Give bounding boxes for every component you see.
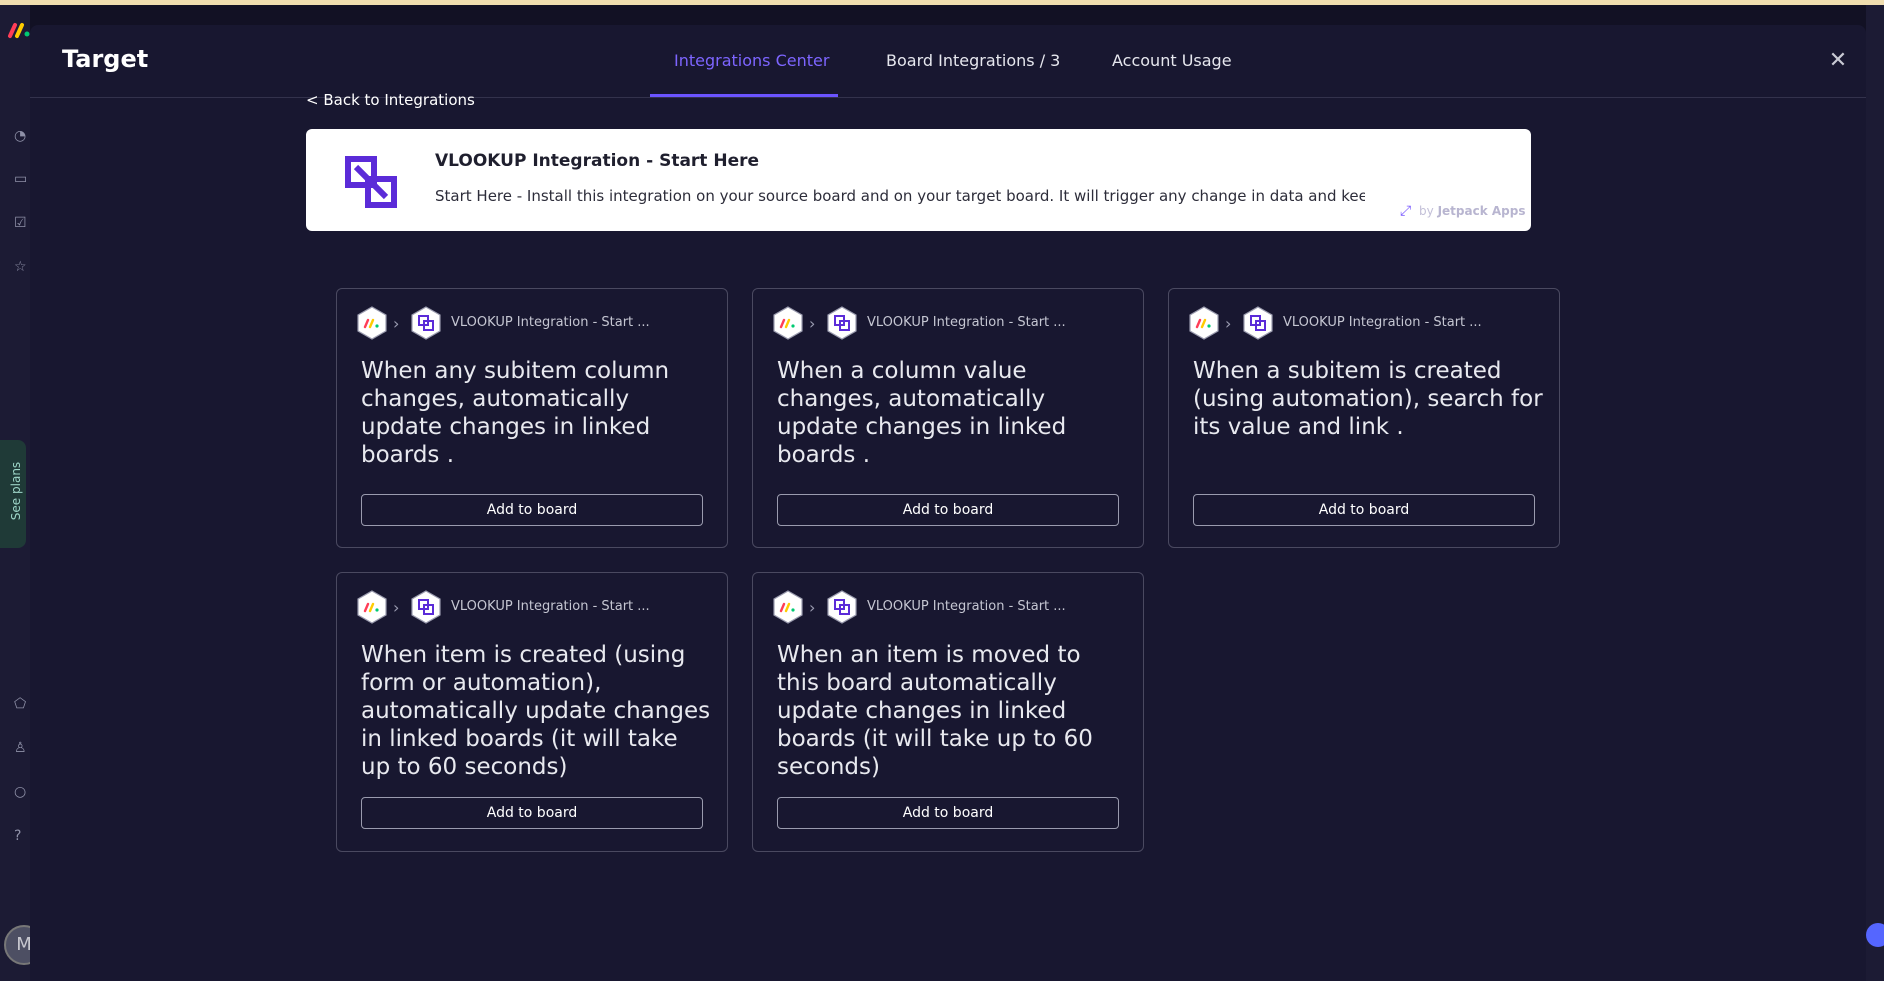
recipe-app-header: › VLOOKUP Integration - Start ... — [357, 306, 717, 340]
tab-board-integrations[interactable]: Board Integrations / 3 — [886, 51, 1060, 70]
assistant-icon[interactable] — [1866, 923, 1884, 947]
integration-banner: VLOOKUP Integration - Start Here Start H… — [306, 129, 1531, 231]
inbox-icon[interactable]: ▭ — [14, 171, 30, 187]
monday-app-icon — [773, 306, 803, 340]
add-to-board-button[interactable]: Add to board — [1193, 494, 1535, 526]
chevron-right-icon: › — [393, 598, 400, 617]
automation-recipe-card: › VLOOKUP Integration - Start ... When a… — [336, 288, 728, 548]
add-to-board-button[interactable]: Add to board — [361, 494, 703, 526]
vlookup-app-icon — [1243, 306, 1273, 340]
external-link-icon: ⤢ — [1400, 203, 1412, 219]
recipe-app-name: VLOOKUP Integration - Start ... — [451, 315, 650, 330]
chevron-right-icon: › — [809, 314, 816, 333]
automation-recipe-card: › VLOOKUP Integration - Start ... When a… — [752, 572, 1144, 852]
recipe-description: When any subitem column changes, automat… — [361, 358, 670, 468]
top-accent-bar — [0, 0, 1884, 5]
add-to-board-button[interactable]: Add to board — [777, 797, 1119, 829]
banner-title: VLOOKUP Integration - Start Here — [435, 151, 760, 171]
modal-title: Target — [62, 45, 149, 73]
vlookup-app-icon — [411, 306, 441, 340]
recipe-app-header: › VLOOKUP Integration - Start ... — [773, 590, 1133, 624]
invite-icon[interactable]: ♙ — [14, 740, 30, 756]
automation-recipe-card: › VLOOKUP Integration - Start ... When a… — [1168, 288, 1560, 548]
vlookup-app-icon — [827, 590, 857, 624]
monday-app-icon — [773, 590, 803, 624]
add-to-board-button[interactable]: Add to board — [361, 797, 703, 829]
back-to-integrations-link[interactable]: < Back to Integrations — [306, 91, 475, 109]
bell-icon[interactable]: ◔ — [14, 128, 30, 144]
recipe-description: When a subitem is created (using automat… — [1193, 358, 1543, 440]
recipe-app-name: VLOOKUP Integration - Start ... — [1283, 315, 1482, 330]
tab-integrations-center[interactable]: Integrations Center — [674, 51, 829, 70]
publisher-link[interactable]: ⤢ by Jetpack Apps — [1400, 203, 1526, 219]
recipe-app-header: › VLOOKUP Integration - Start ... — [773, 306, 1133, 340]
help-icon[interactable]: ? — [14, 828, 30, 844]
automation-recipe-card: › VLOOKUP Integration - Start ... When i… — [336, 572, 728, 852]
recipe-app-name: VLOOKUP Integration - Start ... — [867, 315, 1066, 330]
monday-app-icon — [1189, 306, 1219, 340]
recipe-description: When item is created (using form or auto… — [361, 642, 711, 780]
close-icon[interactable]: ✕ — [1826, 49, 1850, 73]
active-tab-indicator — [650, 94, 838, 97]
recipe-app-name: VLOOKUP Integration - Start ... — [451, 599, 650, 614]
recipe-app-header: › VLOOKUP Integration - Start ... — [1189, 306, 1549, 340]
chevron-right-icon: › — [809, 598, 816, 617]
vlookup-app-icon — [827, 306, 857, 340]
add-to-board-button[interactable]: Add to board — [777, 494, 1119, 526]
modal-header: Target Integrations Center Board Integra… — [30, 25, 1866, 98]
favorites-icon[interactable]: ☆ — [14, 259, 30, 275]
monday-app-icon — [357, 590, 387, 624]
recipe-app-header: › VLOOKUP Integration - Start ... — [357, 590, 717, 624]
banner-description: Start Here - Install this integration on… — [435, 187, 1365, 205]
monday-app-icon — [357, 306, 387, 340]
automation-recipe-card: › VLOOKUP Integration - Start ... When a… — [752, 288, 1144, 548]
recipe-description: When a column value changes, automatical… — [777, 358, 1067, 468]
tab-account-usage[interactable]: Account Usage — [1112, 51, 1232, 70]
see-plans-button[interactable]: See plans — [0, 440, 26, 548]
vlookup-app-icon — [411, 590, 441, 624]
monday-logo-icon — [8, 23, 30, 38]
background-right-panel — [1866, 5, 1884, 981]
my-work-icon[interactable]: ☑ — [14, 215, 30, 231]
apps-icon[interactable]: ⬠ — [14, 696, 30, 712]
vlookup-logo-icon — [345, 156, 397, 208]
chevron-right-icon: › — [393, 314, 400, 333]
search-icon[interactable]: ○ — [14, 784, 30, 800]
chevron-right-icon: › — [1225, 314, 1232, 333]
recipe-description: When an item is moved to this board auto… — [777, 642, 1093, 780]
recipe-app-name: VLOOKUP Integration - Start ... — [867, 599, 1066, 614]
